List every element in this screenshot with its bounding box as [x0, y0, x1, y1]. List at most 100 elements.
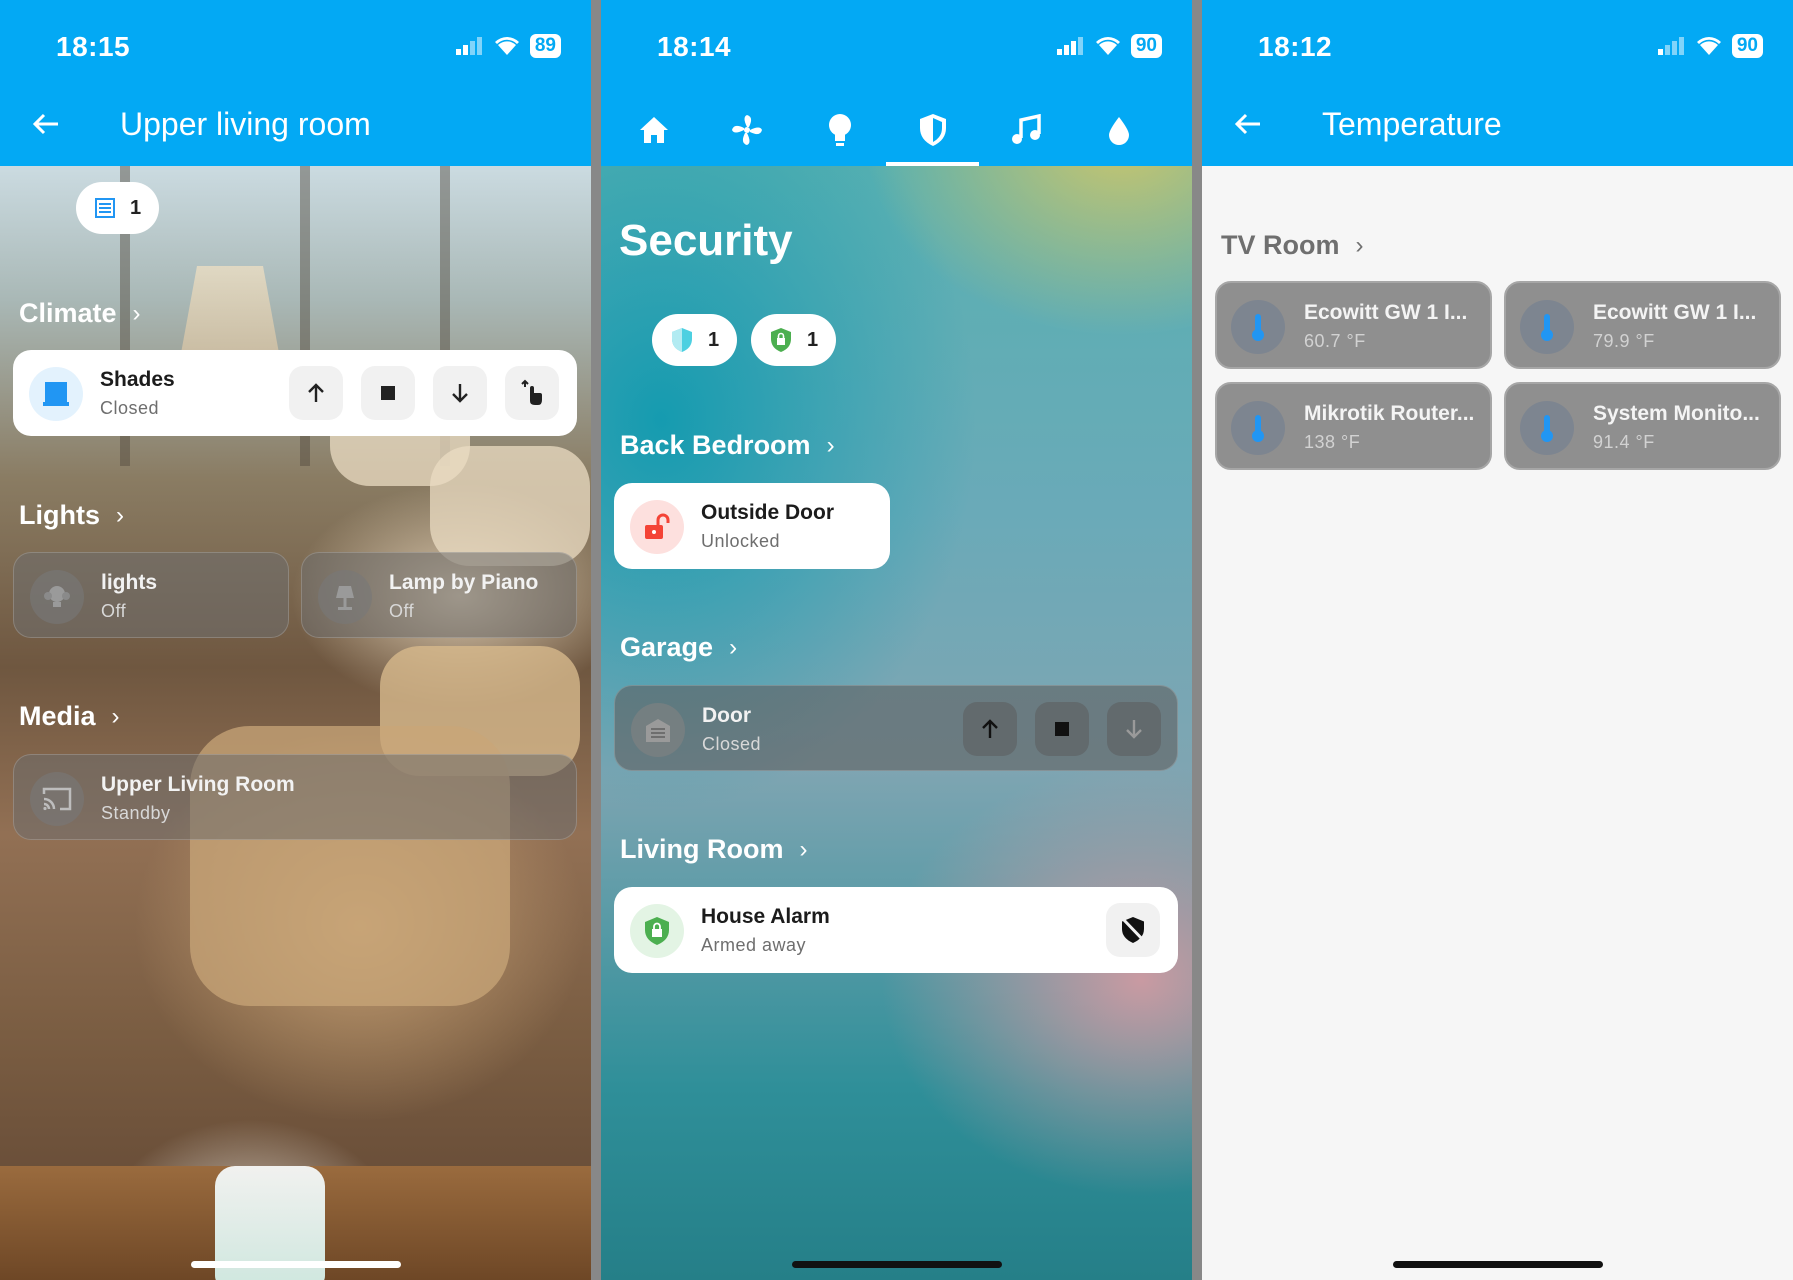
wifi-icon: [494, 37, 519, 55]
shield-half-icon: [672, 328, 692, 352]
page-title: Upper living room: [120, 106, 371, 142]
shield-lock-icon: [630, 904, 684, 958]
chevron-right-icon: ›: [729, 633, 738, 661]
temperature-sensor-card[interactable]: System Monito... 91.4 °F: [1504, 382, 1781, 470]
signal-icon: [1056, 37, 1083, 55]
clock: 18:12: [1258, 31, 1333, 62]
clock: 18:14: [657, 31, 732, 62]
shield-off-icon: [1120, 916, 1147, 944]
view-title: Security: [619, 216, 793, 265]
tab-water[interactable]: [1097, 108, 1141, 152]
status-bar: 18:12 90: [1202, 0, 1793, 94]
home-indicator[interactable]: [791, 1261, 1002, 1268]
thermometer-icon: [1520, 300, 1574, 354]
app-bar: Temperature: [1202, 94, 1793, 166]
garage-stop-button[interactable]: [1035, 702, 1089, 756]
fan-icon: [732, 115, 762, 145]
security-badge[interactable]: 1: [652, 314, 738, 366]
home-indicator[interactable]: [1392, 1261, 1603, 1268]
shades-count-badge[interactable]: 1: [76, 182, 160, 234]
panel-security: 18:14 90 Security 1 1 Back Bedroom › Out…: [601, 0, 1192, 1280]
section-back-bedroom[interactable]: Back Bedroom ›: [620, 430, 835, 461]
battery-indicator: 90: [1130, 34, 1162, 58]
window-shade-icon: [29, 367, 83, 421]
section-lights[interactable]: Lights ›: [19, 500, 124, 531]
panel-upper-living-room: 18:15 89 Upper living room 1 Climate › Sh…: [0, 0, 591, 1280]
hand-pointer-icon: [521, 379, 542, 405]
panel-temperature: 18:12 90 Temperature TV Room › Ecowitt GW…: [1202, 0, 1793, 1280]
water-drop-icon: [1109, 117, 1129, 145]
arrow-up-icon: [982, 719, 998, 738]
battery-indicator: 89: [529, 34, 561, 58]
arrow-up-icon: [308, 383, 324, 402]
lock-open-icon: [630, 500, 684, 554]
stop-icon: [381, 386, 395, 400]
status-bar: 18:15 89: [0, 0, 591, 94]
thermometer-icon: [1520, 401, 1574, 455]
page-title: Temperature: [1322, 106, 1502, 142]
light-card[interactable]: Lamp by Piano Off: [301, 552, 577, 638]
section-tv-room[interactable]: TV Room ›: [1221, 230, 1364, 261]
clock: 18:15: [56, 31, 131, 62]
arrow-down-icon: [452, 384, 468, 403]
shades-stop-button[interactable]: [361, 366, 415, 420]
thermometer-icon: [1231, 300, 1285, 354]
tab-security[interactable]: [911, 108, 955, 152]
chevron-right-icon: ›: [1355, 231, 1364, 259]
signal-icon: [1657, 37, 1684, 55]
view-tabs: [601, 94, 1192, 166]
chevron-right-icon: ›: [799, 835, 808, 863]
battery-indicator: 90: [1731, 34, 1763, 58]
lightbulb-group-icon: [30, 570, 84, 624]
tab-lights[interactable]: [818, 108, 862, 152]
disarm-button[interactable]: [1106, 903, 1160, 957]
temperature-sensor-card[interactable]: Mikrotik Router... 138 °F: [1215, 382, 1492, 470]
outside-door-lock-card[interactable]: Outside Door Unlocked: [614, 483, 890, 569]
garage-icon: [631, 703, 685, 757]
back-arrow-icon[interactable]: [1232, 108, 1264, 140]
home-indicator[interactable]: [190, 1261, 401, 1268]
tab-fan[interactable]: [725, 108, 769, 152]
cast-icon: [30, 772, 84, 826]
status-bar: 18:14 90: [601, 0, 1192, 94]
music-icon: [1012, 114, 1041, 144]
tab-media[interactable]: [1004, 108, 1048, 152]
chevron-right-icon: ›: [132, 299, 141, 327]
section-living-room[interactable]: Living Room ›: [620, 834, 808, 865]
shades-position-button[interactable]: [505, 366, 559, 420]
section-climate[interactable]: Climate ›: [19, 298, 141, 329]
section-media[interactable]: Media ›: [19, 701, 120, 732]
temperature-sensor-card[interactable]: Ecowitt GW 1 I... 60.7 °F: [1215, 281, 1492, 369]
home-icon: [640, 117, 668, 143]
shades-open-button[interactable]: [289, 366, 343, 420]
section-garage[interactable]: Garage ›: [620, 632, 737, 663]
alarm-badge[interactable]: 1: [751, 314, 837, 366]
thermometer-icon: [1231, 401, 1285, 455]
tab-home[interactable]: [632, 108, 676, 152]
shades-card[interactable]: Shades Closed: [13, 350, 577, 436]
arrow-down-icon: [1126, 720, 1142, 739]
shades-close-button[interactable]: [433, 366, 487, 420]
shield-icon: [920, 114, 946, 146]
stop-icon: [1055, 722, 1069, 736]
chevron-right-icon: ›: [116, 501, 124, 529]
back-arrow-icon[interactable]: [30, 108, 62, 140]
shield-lock-icon: [771, 328, 791, 352]
garage-open-button[interactable]: [963, 702, 1017, 756]
media-player-card[interactable]: Upper Living Room Standby: [13, 754, 577, 840]
house-alarm-card[interactable]: House Alarm Armed away: [614, 887, 1178, 973]
active-tab-indicator: [886, 162, 979, 166]
wifi-icon: [1095, 37, 1120, 55]
app-bar: Upper living room: [0, 94, 591, 166]
temperature-sensor-card[interactable]: Ecowitt GW 1 I... 79.9 °F: [1504, 281, 1781, 369]
floor-lamp-icon: [318, 570, 372, 624]
chevron-right-icon: ›: [826, 431, 835, 459]
light-card[interactable]: lights Off: [13, 552, 289, 638]
window-shade-icon: [95, 198, 115, 218]
garage-close-button[interactable]: [1107, 702, 1161, 756]
garage-door-card[interactable]: Door Closed: [614, 685, 1178, 771]
wifi-icon: [1696, 37, 1721, 55]
lightbulb-icon: [829, 114, 851, 146]
signal-icon: [455, 37, 482, 55]
chevron-right-icon: ›: [111, 702, 120, 730]
